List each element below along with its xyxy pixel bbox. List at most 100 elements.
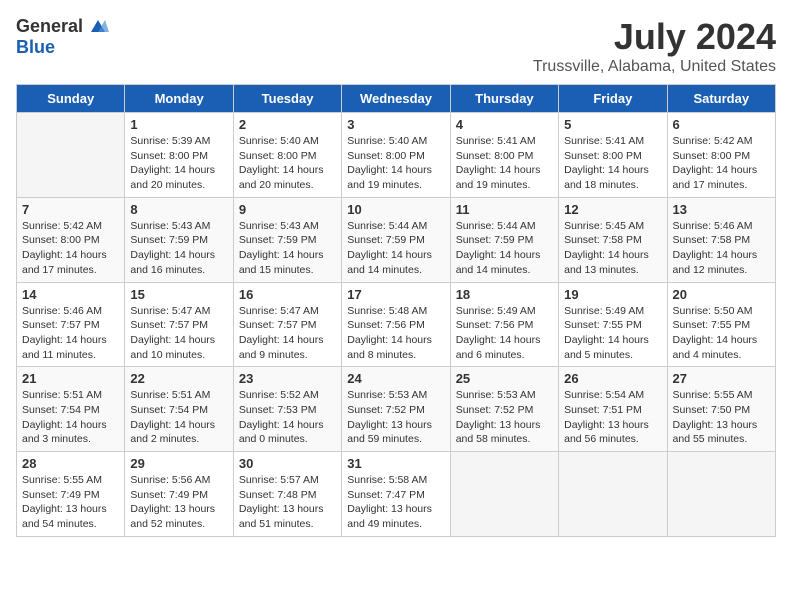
calendar-cell: 1 Sunrise: 5:39 AMSunset: 8:00 PMDaylight… bbox=[125, 113, 233, 198]
day-number: 17 bbox=[347, 287, 444, 302]
day-number: 6 bbox=[673, 117, 770, 132]
calendar-cell: 31 Sunrise: 5:58 AMSunset: 7:47 PMDayligh… bbox=[342, 452, 450, 537]
calendar-cell: 13Sunrise: 5:46 AMSunset: 7:58 PMDayligh… bbox=[667, 197, 775, 282]
day-number: 2 bbox=[239, 117, 336, 132]
day-info: Sunrise: 5:53 AMSunset: 7:52 PMDaylight:… bbox=[347, 388, 444, 447]
day-info: Sunrise: 5:55 AMSunset: 7:49 PMDaylight:… bbox=[22, 473, 119, 532]
calendar-cell: 6 Sunrise: 5:42 AMSunset: 8:00 PMDaylight… bbox=[667, 113, 775, 198]
day-info: Sunrise: 5:40 AMSunset: 8:00 PMDaylight:… bbox=[347, 134, 444, 193]
calendar-cell: 28 Sunrise: 5:55 AMSunset: 7:49 PMDayligh… bbox=[17, 452, 125, 537]
calendar-title: July 2024 bbox=[533, 16, 776, 58]
day-number: 7 bbox=[22, 202, 119, 217]
calendar-cell: 8 Sunrise: 5:43 AMSunset: 7:59 PMDaylight… bbox=[125, 197, 233, 282]
day-info: Sunrise: 5:48 AMSunset: 7:56 PMDaylight:… bbox=[347, 304, 444, 363]
page-header: General Blue July 2024 Trussville, Alaba… bbox=[16, 16, 776, 76]
column-header-wednesday: Wednesday bbox=[342, 85, 450, 113]
day-info: Sunrise: 5:41 AMSunset: 8:00 PMDaylight:… bbox=[456, 134, 553, 193]
calendar-cell: 24 Sunrise: 5:53 AMSunset: 7:52 PMDayligh… bbox=[342, 367, 450, 452]
day-info: Sunrise: 5:50 AMSunset: 7:55 PMDaylight:… bbox=[673, 304, 770, 363]
calendar-week-3: 14Sunrise: 5:46 AMSunset: 7:57 PMDayligh… bbox=[17, 282, 776, 367]
day-number: 1 bbox=[130, 117, 227, 132]
calendar-cell: 15Sunrise: 5:47 AMSunset: 7:57 PMDayligh… bbox=[125, 282, 233, 367]
day-number: 10 bbox=[347, 202, 444, 217]
day-number: 8 bbox=[130, 202, 227, 217]
calendar-table: SundayMondayTuesdayWednesdayThursdayFrid… bbox=[16, 84, 776, 537]
day-info: Sunrise: 5:51 AMSunset: 7:54 PMDaylight:… bbox=[22, 388, 119, 447]
calendar-cell: 10 Sunrise: 5:44 AMSunset: 7:59 PMDayligh… bbox=[342, 197, 450, 282]
calendar-cell: 27 Sunrise: 5:55 AMSunset: 7:50 PMDayligh… bbox=[667, 367, 775, 452]
column-header-sunday: Sunday bbox=[17, 85, 125, 113]
calendar-cell: 17 Sunrise: 5:48 AMSunset: 7:56 PMDayligh… bbox=[342, 282, 450, 367]
calendar-cell: 11Sunrise: 5:44 AMSunset: 7:59 PMDayligh… bbox=[450, 197, 558, 282]
day-info: Sunrise: 5:58 AMSunset: 7:47 PMDaylight:… bbox=[347, 473, 444, 532]
day-info: Sunrise: 5:45 AMSunset: 7:58 PMDaylight:… bbox=[564, 219, 661, 278]
day-info: Sunrise: 5:55 AMSunset: 7:50 PMDaylight:… bbox=[673, 388, 770, 447]
day-number: 21 bbox=[22, 371, 119, 386]
day-number: 30 bbox=[239, 456, 336, 471]
day-number: 4 bbox=[456, 117, 553, 132]
day-number: 5 bbox=[564, 117, 661, 132]
day-info: Sunrise: 5:42 AMSunset: 8:00 PMDaylight:… bbox=[673, 134, 770, 193]
day-number: 11 bbox=[456, 202, 553, 217]
day-number: 20 bbox=[673, 287, 770, 302]
day-number: 9 bbox=[239, 202, 336, 217]
calendar-cell: 20 Sunrise: 5:50 AMSunset: 7:55 PMDayligh… bbox=[667, 282, 775, 367]
calendar-cell: 7 Sunrise: 5:42 AMSunset: 8:00 PMDaylight… bbox=[17, 197, 125, 282]
calendar-cell: 9 Sunrise: 5:43 AMSunset: 7:59 PMDaylight… bbox=[233, 197, 341, 282]
calendar-cell bbox=[559, 452, 667, 537]
day-info: Sunrise: 5:54 AMSunset: 7:51 PMDaylight:… bbox=[564, 388, 661, 447]
day-number: 19 bbox=[564, 287, 661, 302]
calendar-cell: 5 Sunrise: 5:41 AMSunset: 8:00 PMDaylight… bbox=[559, 113, 667, 198]
day-number: 13 bbox=[673, 202, 770, 217]
calendar-cell: 14Sunrise: 5:46 AMSunset: 7:57 PMDayligh… bbox=[17, 282, 125, 367]
calendar-cell bbox=[667, 452, 775, 537]
logo-general-text: General bbox=[16, 16, 83, 37]
calendar-cell: 21 Sunrise: 5:51 AMSunset: 7:54 PMDayligh… bbox=[17, 367, 125, 452]
day-info: Sunrise: 5:51 AMSunset: 7:54 PMDaylight:… bbox=[130, 388, 227, 447]
calendar-cell: 3Sunrise: 5:40 AMSunset: 8:00 PMDaylight… bbox=[342, 113, 450, 198]
calendar-cell: 12 Sunrise: 5:45 AMSunset: 7:58 PMDayligh… bbox=[559, 197, 667, 282]
calendar-week-2: 7 Sunrise: 5:42 AMSunset: 8:00 PMDaylight… bbox=[17, 197, 776, 282]
day-info: Sunrise: 5:46 AMSunset: 7:57 PMDaylight:… bbox=[22, 304, 119, 363]
day-number: 28 bbox=[22, 456, 119, 471]
column-header-friday: Friday bbox=[559, 85, 667, 113]
day-number: 31 bbox=[347, 456, 444, 471]
day-number: 25 bbox=[456, 371, 553, 386]
calendar-cell: 18 Sunrise: 5:49 AMSunset: 7:56 PMDayligh… bbox=[450, 282, 558, 367]
calendar-cell: 26Sunrise: 5:54 AMSunset: 7:51 PMDayligh… bbox=[559, 367, 667, 452]
calendar-cell: 4 Sunrise: 5:41 AMSunset: 8:00 PMDaylight… bbox=[450, 113, 558, 198]
column-header-monday: Monday bbox=[125, 85, 233, 113]
day-info: Sunrise: 5:41 AMSunset: 8:00 PMDaylight:… bbox=[564, 134, 661, 193]
day-number: 24 bbox=[347, 371, 444, 386]
day-info: Sunrise: 5:56 AMSunset: 7:49 PMDaylight:… bbox=[130, 473, 227, 532]
calendar-cell bbox=[17, 113, 125, 198]
calendar-week-4: 21 Sunrise: 5:51 AMSunset: 7:54 PMDayligh… bbox=[17, 367, 776, 452]
calendar-cell: 19 Sunrise: 5:49 AMSunset: 7:55 PMDayligh… bbox=[559, 282, 667, 367]
day-number: 15 bbox=[130, 287, 227, 302]
calendar-cell bbox=[450, 452, 558, 537]
calendar-week-1: 1 Sunrise: 5:39 AMSunset: 8:00 PMDaylight… bbox=[17, 113, 776, 198]
calendar-header-row: SundayMondayTuesdayWednesdayThursdayFrid… bbox=[17, 85, 776, 113]
day-number: 16 bbox=[239, 287, 336, 302]
day-number: 22 bbox=[130, 371, 227, 386]
day-number: 23 bbox=[239, 371, 336, 386]
day-info: Sunrise: 5:42 AMSunset: 8:00 PMDaylight:… bbox=[22, 219, 119, 278]
day-info: Sunrise: 5:43 AMSunset: 7:59 PMDaylight:… bbox=[239, 219, 336, 278]
day-info: Sunrise: 5:49 AMSunset: 7:55 PMDaylight:… bbox=[564, 304, 661, 363]
day-number: 12 bbox=[564, 202, 661, 217]
day-info: Sunrise: 5:44 AMSunset: 7:59 PMDaylight:… bbox=[347, 219, 444, 278]
logo: General Blue bbox=[16, 16, 109, 58]
day-info: Sunrise: 5:47 AMSunset: 7:57 PMDaylight:… bbox=[239, 304, 336, 363]
calendar-cell: 23Sunrise: 5:52 AMSunset: 7:53 PMDayligh… bbox=[233, 367, 341, 452]
day-number: 27 bbox=[673, 371, 770, 386]
day-number: 18 bbox=[456, 287, 553, 302]
column-header-saturday: Saturday bbox=[667, 85, 775, 113]
logo-icon bbox=[87, 18, 109, 36]
calendar-cell: 30Sunrise: 5:57 AMSunset: 7:48 PMDayligh… bbox=[233, 452, 341, 537]
day-info: Sunrise: 5:39 AMSunset: 8:00 PMDaylight:… bbox=[130, 134, 227, 193]
day-info: Sunrise: 5:43 AMSunset: 7:59 PMDaylight:… bbox=[130, 219, 227, 278]
calendar-cell: 25Sunrise: 5:53 AMSunset: 7:52 PMDayligh… bbox=[450, 367, 558, 452]
day-info: Sunrise: 5:49 AMSunset: 7:56 PMDaylight:… bbox=[456, 304, 553, 363]
calendar-cell: 29Sunrise: 5:56 AMSunset: 7:49 PMDayligh… bbox=[125, 452, 233, 537]
logo-blue-text: Blue bbox=[16, 37, 55, 57]
